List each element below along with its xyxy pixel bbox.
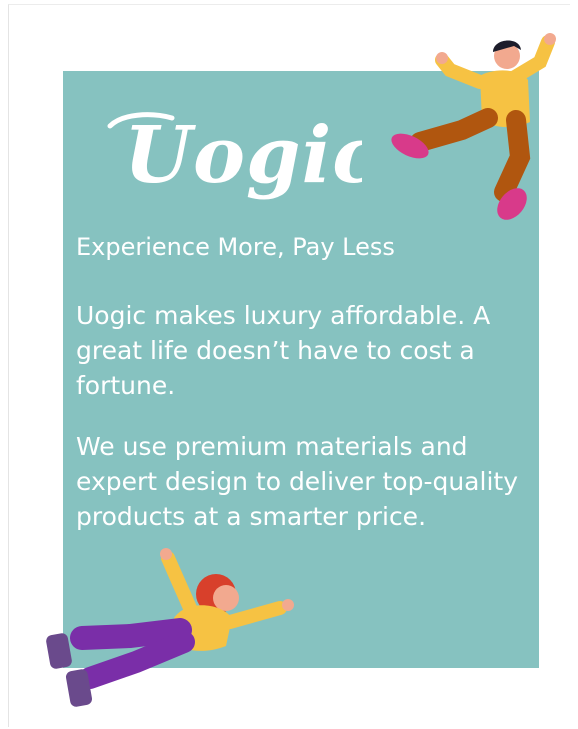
tagline: Experience More, Pay Less xyxy=(76,233,395,261)
brand-logo: Uogic xyxy=(107,110,362,201)
paragraph-quality: We use premium materials and expert desi… xyxy=(76,432,518,531)
jumping-man-icon xyxy=(391,33,556,220)
flying-woman-icon xyxy=(46,548,294,707)
paragraph-affordable: Uogic makes luxury affordable. A great l… xyxy=(76,301,491,400)
brand-logo-text: Uogic xyxy=(124,110,362,201)
